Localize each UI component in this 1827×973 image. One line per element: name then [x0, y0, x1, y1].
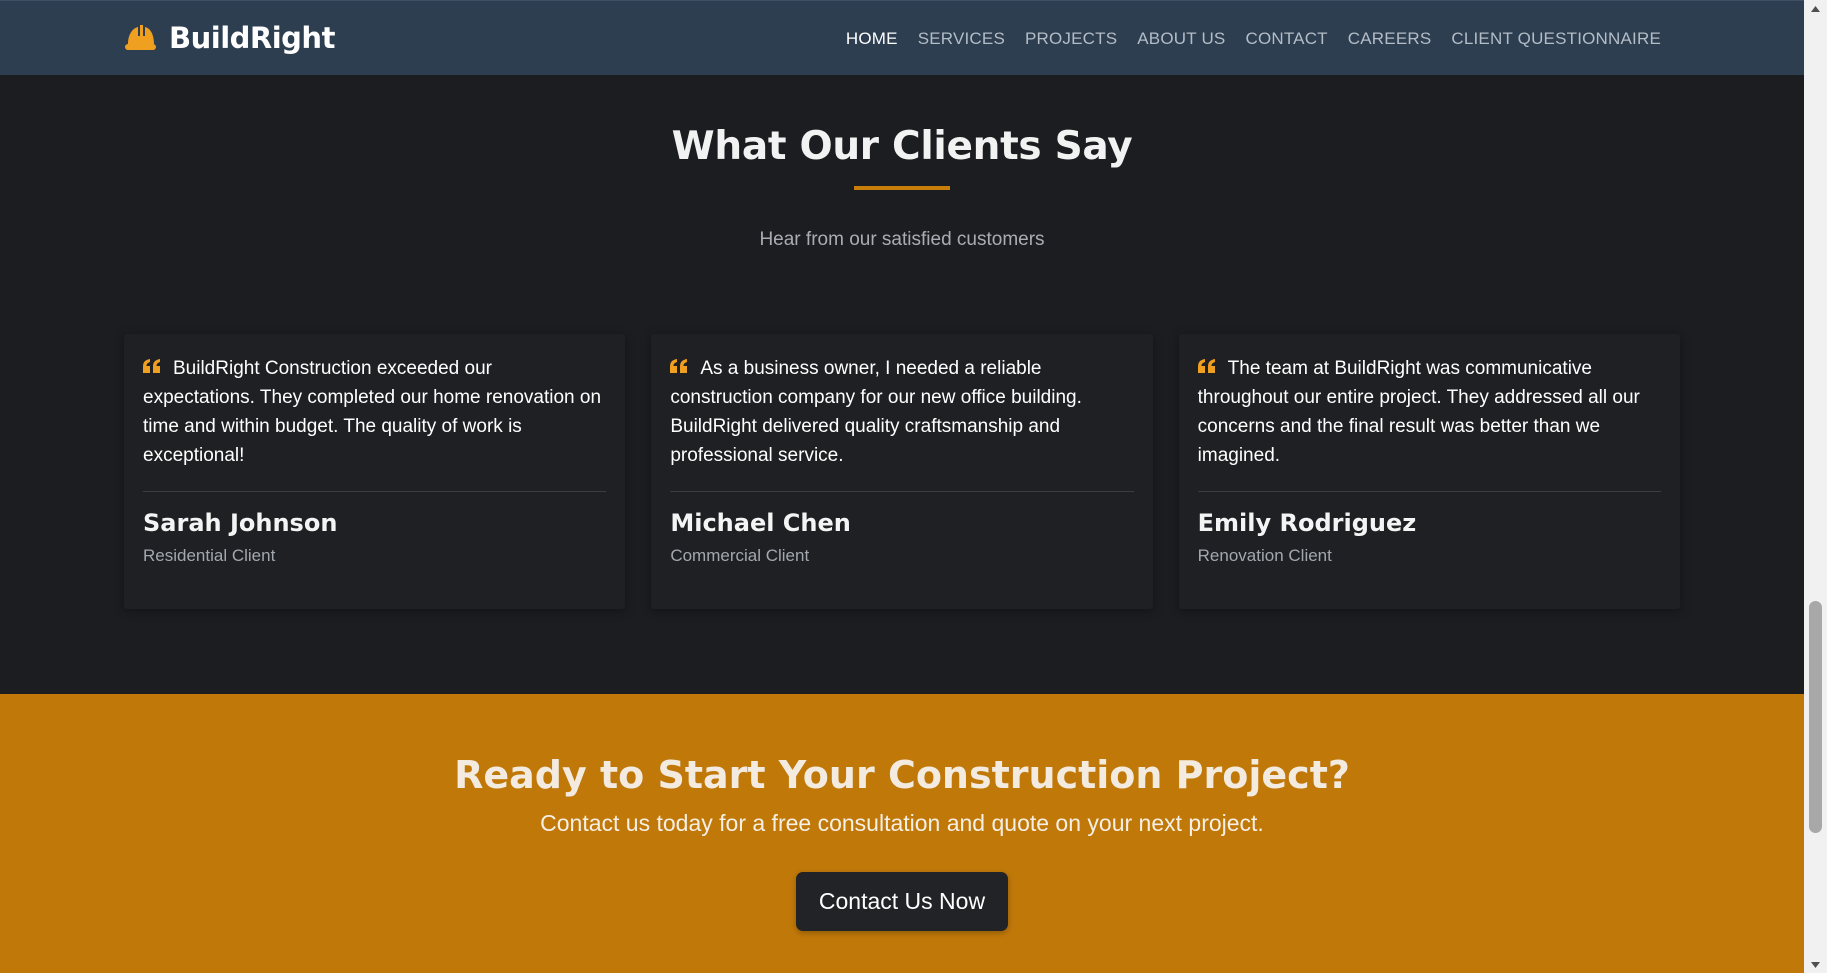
contact-us-button[interactable]: Contact Us Now [796, 872, 1008, 931]
navbar: BuildRight HOME SERVICES PROJECTS ABOUT … [0, 0, 1804, 75]
hard-hat-icon [125, 25, 156, 50]
section-title: What Our Clients Say [671, 124, 1133, 169]
vertical-scrollbar[interactable] [1804, 0, 1827, 973]
page-viewport: BuildRight HOME SERVICES PROJECTS ABOUT … [0, 0, 1804, 973]
quote-left-icon [1197, 359, 1215, 373]
client-type: Renovation Client [1197, 546, 1332, 565]
testimonial-quote: BuildRight Construction exceeded our exp… [143, 354, 606, 468]
testimonial-quote-text: The team at BuildRight was communicative… [1197, 358, 1640, 466]
client-name: Sarah Johnson [143, 509, 338, 537]
scroll-up-arrow-icon[interactable] [1804, 0, 1827, 17]
card-divider [143, 491, 607, 492]
nav-link-services[interactable]: SERVICES [908, 29, 1015, 49]
brand-logo[interactable]: BuildRight [124, 18, 335, 58]
testimonial-quote-text: BuildRight Construction exceeded our exp… [143, 358, 602, 466]
section-subtitle: Hear from our satisfied customers [759, 229, 1045, 250]
quote-left-icon [143, 359, 160, 373]
nav-link-projects[interactable]: PROJECTS [1015, 29, 1127, 49]
nav-link-careers[interactable]: CAREERS [1338, 29, 1442, 49]
cta-title: Ready to Start Your Construction Project… [454, 753, 1350, 797]
client-type: Commercial Client [670, 546, 810, 565]
cta-text: Contact us today for a free consultation… [540, 810, 1264, 836]
testimonial-card: As a business owner, I needed a reliable… [651, 334, 1153, 609]
testimonial-quote-text: As a business owner, I needed a reliable… [670, 358, 1082, 466]
client-type: Residential Client [143, 546, 276, 565]
nav-link-home[interactable]: HOME [836, 29, 908, 49]
client-name: Michael Chen [670, 509, 851, 537]
nav-link-client-questionnaire[interactable]: CLIENT QUESTIONNAIRE [1441, 29, 1671, 49]
scroll-down-arrow-icon[interactable] [1804, 956, 1827, 973]
testimonial-quote: The team at BuildRight was communicative… [1197, 354, 1661, 468]
nav-link-contact[interactable]: CONTACT [1235, 29, 1337, 49]
scrollbar-thumb[interactable] [1809, 601, 1822, 833]
client-name: Emily Rodriguez [1197, 509, 1417, 537]
testimonial-quote: As a business owner, I needed a reliable… [670, 354, 1133, 468]
title-underline [854, 186, 950, 190]
testimonial-card: BuildRight Construction exceeded our exp… [124, 334, 626, 609]
testimonial-cards: BuildRight Construction exceeded our exp… [124, 334, 1680, 609]
card-divider [670, 491, 1134, 492]
brand-name: BuildRight [169, 21, 335, 55]
quote-left-icon [670, 359, 688, 373]
cta-section: Ready to Start Your Construction Project… [0, 694, 1804, 973]
card-divider [1197, 491, 1661, 492]
nav-link-about-us[interactable]: ABOUT US [1127, 29, 1235, 49]
testimonial-card: The team at BuildRight was communicative… [1178, 334, 1680, 609]
nav-links: HOME SERVICES PROJECTS ABOUT US CONTACT … [836, 1, 1671, 76]
